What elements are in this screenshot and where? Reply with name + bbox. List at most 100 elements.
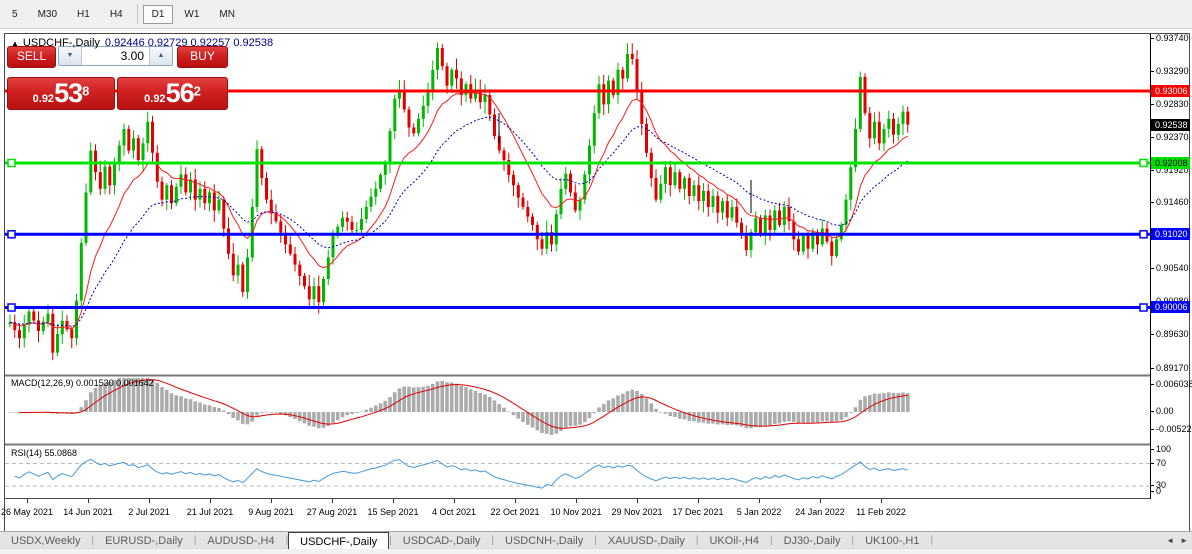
- price-badge-0.91020: 0.91020: [1151, 228, 1190, 240]
- axis-tick: [1150, 334, 1154, 335]
- ma-fast-line: [9, 91, 909, 330]
- buy-price-display[interactable]: 0.92562: [117, 77, 228, 110]
- price-axis-label: 0.89170: [1156, 363, 1189, 373]
- tab-scroll-arrows: ◄ ►: [1166, 532, 1192, 549]
- date-tick: [698, 499, 699, 503]
- pane-separators[interactable]: [5, 374, 1150, 499]
- toolbar-separator: [136, 4, 138, 24]
- price-axis-label: 0.92370: [1156, 132, 1189, 142]
- date-axis-label: 21 Jul 2021: [186, 507, 234, 517]
- chart-tab-uk100-h1[interactable]: UK100-,H1: [854, 532, 930, 549]
- chart-title: ▲ USDCHF-,Daily 0.92446 0.92729 0.92257 0.…: [11, 37, 273, 49]
- date-tick: [820, 499, 821, 503]
- chart-symbol-label: USDCHF-,Daily: [22, 37, 100, 49]
- macd-axis-label: 0.006038: [1156, 379, 1192, 389]
- tab-scroll-right-icon[interactable]: ►: [1180, 536, 1188, 545]
- chart-window: ▲ USDCHF-,Daily 0.92446 0.92729 0.92257 0.…: [0, 33, 1192, 532]
- chart-tab-eurusd-daily[interactable]: EURUSD-,Daily: [94, 532, 194, 549]
- rsi-axis-label: 70: [1156, 458, 1167, 468]
- axis-tick: [1150, 202, 1154, 203]
- chart-tab-dj30-daily[interactable]: DJ30-,Daily: [773, 532, 852, 549]
- axis-tick: [1150, 384, 1154, 385]
- timeframe-button-5[interactable]: 5: [3, 5, 27, 24]
- axis-tick: [1150, 170, 1154, 171]
- rsi-levels: [5, 463, 1150, 487]
- date-axis-label: 24 Jan 2022: [795, 507, 845, 517]
- axis-tick: [1150, 491, 1154, 492]
- timeframe-button-w1[interactable]: W1: [175, 5, 208, 24]
- one-click-trading-panel: SELL ▼ 3.00 ▲ BUY 0.92538 0.92562: [7, 46, 228, 110]
- tab-divider: |: [930, 535, 934, 546]
- chart-tab-usdchf-daily[interactable]: USDCHF-,Daily: [288, 532, 390, 549]
- chart-tab-bar: USDX,Weekly | EURUSD-,Daily | AUDUSD-,H4 | USD…: [0, 531, 1192, 549]
- date-tick: [576, 499, 577, 503]
- rsi-indicator-label: RSI(14) 55.0868: [11, 448, 78, 458]
- macd-axis-label: -0.005228: [1156, 424, 1192, 434]
- volume-stepper: ▼ 3.00 ▲: [58, 46, 173, 66]
- axis-tick: [1150, 449, 1154, 450]
- date-tick: [88, 499, 89, 503]
- date-axis-label: 17 Dec 2021: [672, 507, 724, 517]
- date-axis-label: 26 May 2021: [0, 507, 54, 517]
- volume-value[interactable]: 3.00: [82, 47, 149, 65]
- date-axis-label: 27 Aug 2021: [306, 507, 358, 517]
- status-bar: [0, 548, 1192, 554]
- macd-axis-label: 0.00: [1156, 406, 1174, 416]
- collapse-arrow-icon[interactable]: ▲: [11, 39, 19, 48]
- timeframe-button-m30[interactable]: M30: [29, 5, 66, 24]
- date-axis-label: 2 Jul 2021: [128, 507, 170, 517]
- date-tick: [332, 499, 333, 503]
- tab-scroll-left-icon[interactable]: ◄: [1166, 536, 1174, 545]
- sell-price-sup: 8: [82, 83, 90, 99]
- timeframe-toolbar: 5 M30 H1 H4 D1 W1 MN: [0, 0, 1192, 29]
- date-tick: [149, 499, 150, 503]
- chart-ohlc-values: 0.92446 0.92729 0.92257 0.92538: [104, 37, 274, 49]
- date-tick: [515, 499, 516, 503]
- macd-indicator-label: MACD(12,26,9) 0.001530 0.001642: [11, 378, 154, 388]
- volume-increase-icon[interactable]: ▲: [149, 47, 172, 65]
- date-tick: [637, 499, 638, 503]
- sell-price-big: 53: [54, 78, 83, 108]
- date-axis-label: 11 Feb 2022: [856, 507, 906, 517]
- axis-tick: [1150, 485, 1154, 486]
- date-tick: [881, 499, 882, 503]
- date-axis-label: 10 Nov 2021: [550, 507, 602, 517]
- volume-decrease-icon[interactable]: ▼: [59, 47, 82, 65]
- chart-tab-usdcad-daily[interactable]: USDCAD-,Daily: [392, 532, 492, 549]
- buy-price-big: 56: [165, 78, 195, 108]
- ma-slow-line: [9, 116, 909, 328]
- axis-tick: [1150, 104, 1154, 105]
- axis-tick: [1150, 368, 1154, 369]
- date-axis-label: 4 Oct 2021: [431, 507, 477, 517]
- sell-button[interactable]: SELL: [7, 46, 56, 68]
- date-tick: [271, 499, 272, 503]
- chart-tab-usdcnh-daily[interactable]: USDCNH-,Daily: [494, 532, 594, 549]
- price-badge-0.90006: 0.90006: [1151, 301, 1190, 313]
- rsi-axis-label: 100: [1156, 444, 1172, 454]
- axis-tick: [1150, 429, 1154, 430]
- timeframe-button-h4[interactable]: H4: [101, 5, 132, 24]
- price-axis-label: 0.92830: [1156, 99, 1189, 109]
- date-tick: [27, 499, 28, 503]
- timeframe-button-d1[interactable]: D1: [142, 4, 174, 24]
- sell-price-small: 0.92: [32, 93, 55, 105]
- date-axis-label: 9 Aug 2021: [248, 507, 294, 517]
- chart-tab-ukoil-h4[interactable]: UKOil-,H4: [698, 532, 770, 549]
- date-axis-label: 5 Jan 2022: [736, 507, 782, 517]
- price-axis-label: 0.91460: [1156, 197, 1189, 207]
- date-tick: [210, 499, 211, 503]
- chart-tab-usdx-weekly[interactable]: USDX,Weekly: [0, 532, 91, 549]
- axis-tick: [1150, 137, 1154, 138]
- buy-button[interactable]: BUY: [177, 46, 228, 68]
- axis-tick: [1150, 38, 1154, 39]
- price-axis-label: 0.90540: [1156, 263, 1189, 273]
- timeframe-button-mn[interactable]: MN: [210, 5, 244, 24]
- sell-price-display[interactable]: 0.92538: [7, 77, 115, 110]
- axis-tick: [1150, 71, 1154, 72]
- date-axis-label: 22 Oct 2021: [490, 507, 540, 517]
- mt4-terminal: 5 M30 H1 H4 D1 W1 MN ▲ USDCHF-,Daily 0.92446 0.9…: [0, 0, 1192, 554]
- timeframe-button-h1[interactable]: H1: [68, 5, 99, 24]
- chart-tab-xauusd-daily[interactable]: XAUUSD-,Daily: [597, 532, 696, 549]
- chart-tab-audusd-h4[interactable]: AUDUSD-,H4: [196, 532, 285, 549]
- price-axis-label: 0.89630: [1156, 329, 1189, 339]
